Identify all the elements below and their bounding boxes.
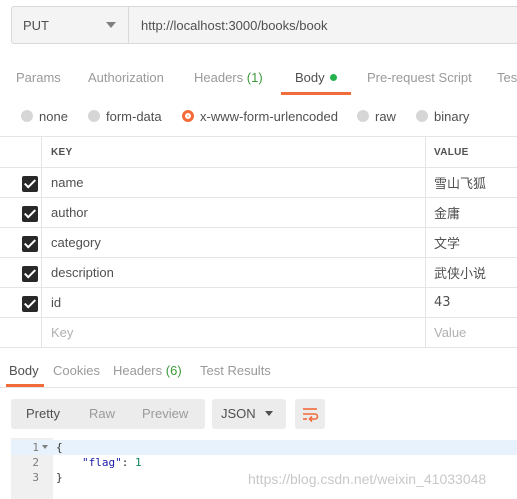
key-field[interactable]: name <box>42 168 426 197</box>
kv-row: id 43 <box>0 288 517 318</box>
tab-headers[interactable]: Headers (1) <box>194 62 263 96</box>
value-column-header: VALUE <box>434 146 469 158</box>
radio-binary[interactable]: binary <box>416 104 469 128</box>
body-indicator-dot <box>329 74 337 81</box>
body-type-radios: none form-data x-www-form-urlencoded raw… <box>0 104 517 128</box>
json-key: "flag" <box>82 456 122 469</box>
row-checkbox[interactable] <box>22 236 38 252</box>
tab-params[interactable]: Params <box>16 62 61 96</box>
response-tabs: Body Cookies Headers (6) Test Results <box>0 356 517 388</box>
method-select[interactable]: PUT <box>11 6 128 44</box>
watermark: https://blog.csdn.net/weixin_41033048 <box>248 471 487 487</box>
wrap-lines-icon <box>303 408 319 423</box>
code-line: 2 "flag": 1 <box>11 455 517 470</box>
kv-header-row: KEY VALUE <box>0 137 517 168</box>
request-tabs: Params Authorization Headers (1) Body Pr… <box>0 62 517 96</box>
radio-raw[interactable]: raw <box>357 104 396 128</box>
value-field[interactable]: 文学 <box>426 228 517 257</box>
response-headers-count: (6) <box>165 363 182 378</box>
format-label: JSON <box>221 406 256 421</box>
tab-test-results[interactable]: Test Results <box>200 356 271 386</box>
headers-count: (1) <box>246 70 263 85</box>
line-number: 3 <box>32 471 39 484</box>
json-value: 1 <box>135 456 142 469</box>
wrap-lines-button[interactable] <box>295 399 325 429</box>
method-label: PUT <box>23 17 49 33</box>
open-brace: { <box>56 441 63 454</box>
tab-response-headers[interactable]: Headers (6) <box>113 356 182 386</box>
fold-arrow-icon[interactable] <box>42 445 48 449</box>
code-line: 1 { <box>11 440 517 455</box>
tab-authorization[interactable]: Authorization <box>88 62 164 96</box>
response-code-view[interactable]: 1 { 2 "flag": 1 3 } <box>11 438 517 499</box>
key-field[interactable]: author <box>42 198 426 227</box>
radio-circle <box>416 110 428 122</box>
radio-form-data[interactable]: form-data <box>88 104 162 128</box>
tab-prerequest-script[interactable]: Pre-request Script <box>367 62 472 96</box>
row-checkbox[interactable] <box>22 266 38 282</box>
kv-table: KEY VALUE name 雪山飞狐 author 金庸 category 文… <box>0 136 517 348</box>
key-field[interactable]: description <box>42 258 426 287</box>
line-number: 2 <box>32 456 39 469</box>
pretty-button[interactable]: Pretty <box>26 399 60 429</box>
header-check-cell <box>0 137 42 167</box>
tab-tests[interactable]: Tes <box>497 62 517 96</box>
response-toolbar: Pretty Raw Preview JSON <box>0 392 517 438</box>
chevron-down-icon <box>106 22 116 28</box>
row-checkbox[interactable] <box>22 206 38 222</box>
kv-row: name 雪山飞狐 <box>0 168 517 198</box>
key-field[interactable]: id <box>42 288 426 317</box>
url-input[interactable]: http://localhost:3000/books/book <box>128 6 517 44</box>
key-field[interactable]: category <box>42 228 426 257</box>
view-mode-group: Pretty Raw Preview <box>11 399 205 429</box>
tab-response-body[interactable]: Body <box>9 356 39 386</box>
kv-row: category 文学 <box>0 228 517 258</box>
new-value-field[interactable]: Value <box>426 318 517 347</box>
radio-circle <box>88 110 100 122</box>
radio-none[interactable]: none <box>21 104 68 128</box>
format-select[interactable]: JSON <box>212 399 286 429</box>
kv-new-row: Key Value <box>0 318 517 348</box>
chevron-down-icon <box>265 411 273 416</box>
active-tab-underline <box>281 92 351 95</box>
radio-circle <box>357 110 369 122</box>
key-column-header: KEY <box>42 137 426 167</box>
value-field[interactable]: 金庸 <box>426 198 517 227</box>
kv-row: author 金庸 <box>0 198 517 228</box>
kv-row: description 武侠小说 <box>0 258 517 288</box>
radio-circle-selected <box>182 110 194 122</box>
row-checkbox[interactable] <box>22 176 38 192</box>
tab-body[interactable]: Body <box>295 62 337 96</box>
row-checkbox[interactable] <box>22 296 38 312</box>
value-field[interactable]: 43 <box>426 288 517 317</box>
response-active-tab-underline <box>6 384 44 387</box>
value-field[interactable]: 武侠小说 <box>426 258 517 287</box>
new-key-field[interactable]: Key <box>42 318 426 347</box>
raw-button[interactable]: Raw <box>89 399 115 429</box>
request-bar: PUT http://localhost:3000/books/book <box>0 0 517 55</box>
radio-circle <box>21 110 33 122</box>
radio-urlencoded[interactable]: x-www-form-urlencoded <box>182 104 338 128</box>
value-field[interactable]: 雪山飞狐 <box>426 168 517 197</box>
close-brace: } <box>56 471 63 484</box>
preview-button[interactable]: Preview <box>142 399 188 429</box>
tab-cookies[interactable]: Cookies <box>53 356 100 386</box>
json-colon: : <box>121 456 135 469</box>
line-number: 1 <box>32 441 39 454</box>
url-value: http://localhost:3000/books/book <box>141 17 328 33</box>
